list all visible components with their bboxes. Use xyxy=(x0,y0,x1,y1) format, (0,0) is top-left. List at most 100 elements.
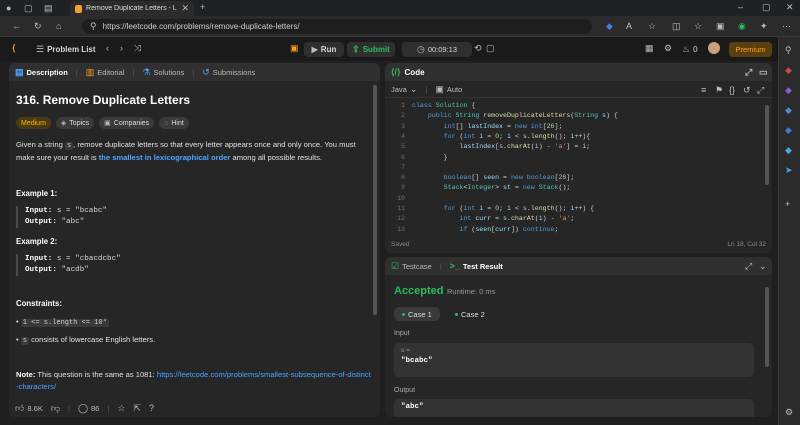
tab-solutions[interactable]: ⚗ Solutions xyxy=(142,67,184,78)
ex2-input: s = "cbacdcbc" xyxy=(56,255,121,263)
test-scrollbar[interactable] xyxy=(765,287,769,367)
ex2-output-label: Output: xyxy=(25,266,57,274)
case-2-label: Case 2 xyxy=(461,309,485,319)
difficulty-badge: Medium xyxy=(16,117,51,129)
close-window-icon[interactable]: ✕ xyxy=(786,2,794,13)
bookmark-icon[interactable]: ⚑ xyxy=(715,85,723,96)
desc-text-3: among all possible results. xyxy=(230,153,322,162)
leetcode-logo-icon[interactable]: ⟨ xyxy=(12,43,16,54)
favorite-icon[interactable]: ☆ xyxy=(648,21,656,32)
divider: | xyxy=(75,67,78,77)
constraint-item: • s consists of lowercase English letter… xyxy=(16,335,156,345)
hint-chip[interactable]: ◌ Hint xyxy=(159,117,189,129)
back-icon[interactable]: ← xyxy=(12,21,21,31)
layout-icon[interactable]: ▦ xyxy=(645,43,654,54)
tab-test-result[interactable]: >_ Test Result xyxy=(450,261,503,271)
office-icon[interactable]: ◆ xyxy=(785,125,792,136)
language-value: Java xyxy=(391,84,407,94)
shopping-icon[interactable]: ◆ xyxy=(785,65,792,76)
help-icon[interactable]: ? xyxy=(149,403,154,413)
line-number: 3 xyxy=(401,122,405,130)
description-scrollbar[interactable] xyxy=(373,85,377,315)
new-tab-button[interactable]: + xyxy=(200,2,205,12)
expand-icon[interactable]: ⤢ xyxy=(745,261,752,272)
tab-testcase[interactable]: ☑ Testcase xyxy=(391,261,432,272)
vpn-icon[interactable]: ◉ xyxy=(738,21,746,32)
extension-icon[interactable]: ◆ xyxy=(606,21,613,32)
read-aloud-icon[interactable]: A xyxy=(626,21,632,31)
debug-icon[interactable]: ▣ xyxy=(290,43,299,54)
comments-button[interactable]: ◯ 86 xyxy=(78,403,99,414)
tab-submissions[interactable]: ↺ Submissions xyxy=(202,67,255,78)
split-screen-icon[interactable]: ◫ xyxy=(672,21,681,32)
settings-icon[interactable]: ⚙ xyxy=(664,43,672,54)
collections-icon[interactable]: ▣ xyxy=(716,21,725,32)
notes-icon[interactable]: ▢ xyxy=(486,43,495,54)
send-icon[interactable]: ➤ xyxy=(785,165,793,176)
tab-actions-icon[interactable]: ▤ xyxy=(44,3,53,14)
submit-button[interactable]: ⇪ Submit xyxy=(347,42,395,57)
prev-problem-icon[interactable]: ‹ xyxy=(106,43,109,53)
home-icon[interactable]: ⌂ xyxy=(56,21,61,31)
browser-tab[interactable]: Remove Duplicate Letters - Leetc ✕ xyxy=(70,1,194,16)
streak-counter[interactable]: ♨ 0 xyxy=(682,44,698,55)
profile-icon[interactable]: ● xyxy=(6,3,11,13)
divider: | xyxy=(132,67,135,77)
streak-count: 0 xyxy=(693,45,698,54)
upload-icon: ⇪ xyxy=(352,44,360,54)
desc-highlight-link[interactable]: the smallest in lexicographical order xyxy=(99,153,231,162)
timer[interactable]: ◷ 00:09:13 xyxy=(402,42,472,57)
star-icon[interactable]: ☆ xyxy=(117,403,125,414)
sidebar-settings-icon[interactable]: ⚙ xyxy=(785,407,793,418)
like-button[interactable]: 👍︎ 8.6K xyxy=(15,403,43,414)
auto-mode-toggle[interactable]: ▣ Auto xyxy=(435,84,462,95)
thumbs-down-icon[interactable]: 👎︎ xyxy=(51,403,60,414)
favorites-icon[interactable]: ☆ xyxy=(694,21,702,32)
braces-icon[interactable]: {} xyxy=(729,85,735,95)
more-icon[interactable]: ⋯ xyxy=(782,21,791,32)
maximize-icon[interactable]: ▢ xyxy=(762,2,771,13)
code-editor[interactable]: 1 2 3 4 5 6 7 8 9 10 11 12 13 class Solution { publi… xyxy=(385,99,772,233)
collapse-icon[interactable]: ⌄ xyxy=(759,261,767,272)
url-field[interactable]: ⚲ https://leetcode.com/problems/remove-d… xyxy=(82,19,592,34)
line-number: 5 xyxy=(401,143,405,151)
next-problem-icon[interactable]: › xyxy=(120,43,123,53)
shuffle-icon[interactable]: ⤨ xyxy=(134,43,141,54)
tab-case-2[interactable]: Case 2 xyxy=(447,307,493,321)
expand-icon[interactable]: ⤢ xyxy=(757,85,764,96)
run-button[interactable]: ▶ Run xyxy=(304,42,344,57)
close-tab-icon[interactable]: ✕ xyxy=(181,3,189,14)
workspaces-icon[interactable]: ▢ xyxy=(24,3,33,14)
tab-submissions-label: Submissions xyxy=(212,67,256,77)
games-icon[interactable]: ◆ xyxy=(785,105,792,116)
premium-button[interactable]: Premium xyxy=(729,42,772,57)
copilot-icon[interactable]: ✦ xyxy=(760,21,768,32)
timer-value: 00:09:13 xyxy=(427,45,458,54)
timer-toggle-icon[interactable]: ⟲ xyxy=(474,43,482,54)
problem-list-button[interactable]: ☰ Problem List xyxy=(36,44,96,55)
topics-chip[interactable]: ◈ Topics xyxy=(55,117,95,129)
tab-case-1[interactable]: Case 1 xyxy=(394,307,440,321)
add-sidebar-icon[interactable]: + xyxy=(785,199,790,209)
outlook-icon[interactable]: ◆ xyxy=(785,145,792,156)
code-toolbar: Java ⌄ | ▣ Auto ≡ ⚑ {} ↺ ⤢ xyxy=(385,81,772,98)
search-icon[interactable]: ⚲ xyxy=(785,45,792,56)
tab-description[interactable]: ▤ Description xyxy=(15,67,68,78)
input-value-box: s = "bcabc" xyxy=(394,343,754,377)
refresh-icon[interactable]: ↻ xyxy=(34,21,42,32)
reset-icon[interactable]: ↺ xyxy=(743,85,751,96)
tools-icon[interactable]: ◆ xyxy=(785,85,792,96)
avatar[interactable] xyxy=(708,42,720,54)
tab-editorial[interactable]: ▥ Editorial xyxy=(86,67,125,78)
fullscreen-icon[interactable]: ⤢ xyxy=(745,67,752,78)
collapse-icon[interactable]: ▭ xyxy=(759,67,768,78)
code-scrollbar[interactable] xyxy=(765,105,769,185)
minimize-icon[interactable]: – xyxy=(738,2,743,12)
site-info-icon[interactable]: ⚲ xyxy=(90,21,97,32)
language-select[interactable]: Java ⌄ xyxy=(391,84,417,95)
format-icon[interactable]: ≡ xyxy=(701,85,706,95)
ex1-output-label: Output: xyxy=(25,218,57,226)
share-icon[interactable]: ⇱ xyxy=(133,403,141,414)
companies-label: Companies xyxy=(113,119,150,127)
companies-chip[interactable]: ▣ Companies xyxy=(99,117,155,129)
